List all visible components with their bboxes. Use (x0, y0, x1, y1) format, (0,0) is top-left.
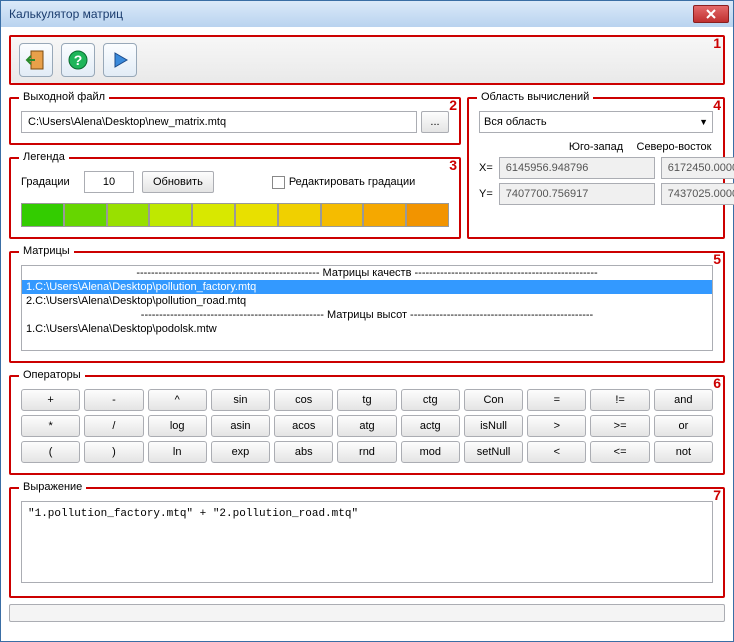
operator-button[interactable]: != (590, 389, 649, 411)
browse-button[interactable]: ... (421, 111, 449, 133)
x-ne-input (661, 157, 734, 179)
section-number: 6 (713, 375, 721, 391)
section-number: 2 (449, 97, 457, 113)
x-sw-input (499, 157, 655, 179)
gradient-cell[interactable] (235, 203, 278, 227)
operator-button[interactable]: rnd (337, 441, 396, 463)
operator-button[interactable]: Con (464, 389, 523, 411)
gradient-cell[interactable] (278, 203, 321, 227)
operator-button[interactable]: and (654, 389, 713, 411)
operator-button[interactable]: setNull (464, 441, 523, 463)
operators-label: Операторы (19, 369, 85, 381)
operator-button[interactable]: acos (274, 415, 333, 437)
sw-header: Юго-запад (557, 141, 635, 153)
operator-button[interactable]: atg (337, 415, 396, 437)
exit-button[interactable] (19, 43, 53, 77)
operator-button[interactable]: ( (21, 441, 80, 463)
operator-button[interactable]: cos (274, 389, 333, 411)
output-file-label: Выходной файл (19, 91, 109, 103)
operator-button[interactable]: < (527, 441, 586, 463)
svg-text:?: ? (74, 52, 83, 68)
operator-button[interactable]: isNull (464, 415, 523, 437)
operator-button[interactable]: actg (401, 415, 460, 437)
section-number: 7 (713, 487, 721, 503)
edit-gradations-checkbox[interactable] (272, 176, 285, 189)
matrices-label: Матрицы (19, 245, 74, 257)
gradient-cell[interactable] (107, 203, 150, 227)
operator-button[interactable]: log (148, 415, 207, 437)
section-number: 3 (449, 157, 457, 173)
y-ne-input (661, 183, 734, 205)
expression-input[interactable] (21, 501, 713, 583)
run-button[interactable] (103, 43, 137, 77)
area-select[interactable]: Вся область (479, 111, 713, 133)
operator-button[interactable]: ctg (401, 389, 460, 411)
operator-button[interactable]: > (527, 415, 586, 437)
close-button[interactable] (693, 5, 729, 23)
x-label: X= (479, 162, 493, 174)
expression-label: Выражение (19, 481, 86, 493)
section-number: 4 (713, 97, 721, 113)
y-sw-input (499, 183, 655, 205)
gradient-cell[interactable] (363, 203, 406, 227)
operator-button[interactable]: ^ (148, 389, 207, 411)
gradient-cell[interactable] (149, 203, 192, 227)
toolbar: ? (11, 37, 723, 83)
section-number: 5 (713, 251, 721, 267)
operator-button[interactable]: <= (590, 441, 649, 463)
operator-button[interactable]: = (527, 389, 586, 411)
operator-button[interactable]: ) (84, 441, 143, 463)
gradient-cell[interactable] (64, 203, 107, 227)
operator-button[interactable]: * (21, 415, 80, 437)
operator-button[interactable]: sin (211, 389, 270, 411)
area-select-value: Вся область (484, 116, 547, 128)
help-button[interactable]: ? (61, 43, 95, 77)
operator-button[interactable]: + (21, 389, 80, 411)
legend-label: Легенда (19, 151, 69, 163)
edit-gradations-label: Редактировать градации (289, 176, 415, 188)
operator-button[interactable]: >= (590, 415, 649, 437)
operator-button[interactable]: ln (148, 441, 207, 463)
gradient-cell[interactable] (21, 203, 64, 227)
operator-button[interactable]: - (84, 389, 143, 411)
calc-area-label: Область вычислений (477, 91, 593, 103)
operator-button[interactable]: / (84, 415, 143, 437)
operator-button[interactable]: tg (337, 389, 396, 411)
y-label: Y= (479, 188, 493, 200)
list-item[interactable]: 1.C:\Users\Alena\Desktop\pollution_facto… (22, 280, 712, 294)
gradient-strip (21, 203, 449, 227)
operator-button[interactable]: asin (211, 415, 270, 437)
gradient-cell[interactable] (321, 203, 364, 227)
operator-button[interactable]: mod (401, 441, 460, 463)
output-file-input[interactable] (21, 111, 417, 133)
operators-grid: +-^sincostgctgCon=!=and */logasinacosatga… (21, 389, 713, 463)
section-number: 1 (713, 35, 721, 51)
gradations-input[interactable] (84, 171, 134, 193)
gradations-label: Градации (21, 176, 76, 188)
operator-button[interactable]: or (654, 415, 713, 437)
progress-bar (9, 604, 725, 622)
operator-button[interactable]: abs (274, 441, 333, 463)
window-title: Калькулятор матриц (9, 7, 693, 21)
list-item[interactable]: 1.C:\Users\Alena\Desktop\podolsk.mtw (22, 322, 712, 336)
list-item[interactable]: 2.C:\Users\Alena\Desktop\pollution_road.… (22, 294, 712, 308)
update-button[interactable]: Обновить (142, 171, 214, 193)
matrix-list[interactable]: ----------------------------------------… (21, 265, 713, 351)
ne-header: Северо-восток (635, 141, 713, 153)
list-header: ----------------------------------------… (22, 308, 712, 322)
operator-button[interactable]: not (654, 441, 713, 463)
gradient-cell[interactable] (192, 203, 235, 227)
gradient-cell[interactable] (406, 203, 449, 227)
titlebar: Калькулятор матриц (1, 1, 733, 27)
operator-button[interactable]: exp (211, 441, 270, 463)
list-header: ----------------------------------------… (22, 266, 712, 280)
